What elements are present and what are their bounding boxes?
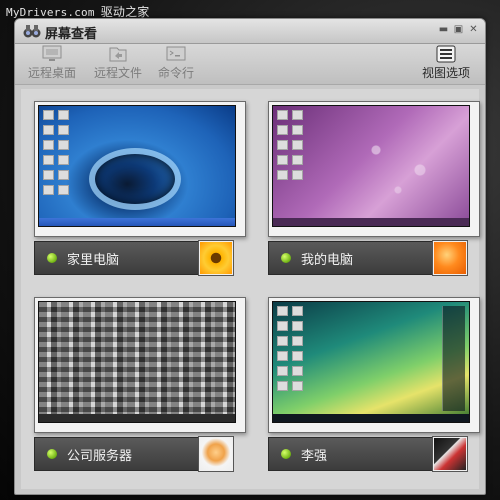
command-line-icon: [166, 46, 186, 61]
taskbar: [273, 414, 469, 422]
desktop-icons: [277, 110, 321, 220]
droplets-graphic: [343, 126, 453, 206]
computer-name: 家里电脑: [67, 253, 120, 268]
screen-thumbnail[interactable]: [272, 105, 470, 227]
remote-files-label: 远程文件: [93, 66, 142, 80]
online-status-icon: [47, 253, 57, 263]
window-title: 屏幕查看: [45, 27, 98, 42]
screen-viewer-window: 屏幕查看 ▬ ▣ ✕ 远程桌面 远程文件 命令行 视图选项 家里电脑 我的电脑 …: [14, 18, 486, 495]
screen-thumbnail-frame[interactable]: [34, 297, 246, 433]
title-bar[interactable]: 屏幕查看 ▬ ▣ ✕: [15, 19, 485, 44]
remote-files-button[interactable]: 远程文件: [89, 44, 147, 84]
minimize-icon[interactable]: ▬: [438, 24, 449, 35]
toolbar: 远程桌面 远程文件 命令行 视图选项: [15, 44, 485, 85]
window-controls: ▬ ▣ ✕: [438, 24, 479, 35]
command-line-label: 命令行: [157, 66, 194, 80]
remote-desktop-label: 远程桌面: [27, 66, 76, 80]
close-icon[interactable]: ✕: [468, 24, 479, 35]
screen-thumbnail-frame[interactable]: [268, 101, 480, 237]
orange-flower-avatar: [433, 241, 467, 275]
view-options-button[interactable]: 视图选项: [417, 44, 475, 84]
view-options-icon: [436, 45, 456, 63]
origami-avatar: [433, 437, 467, 471]
screen-thumbnail[interactable]: [38, 105, 236, 227]
computer-grid: 家里电脑 我的电脑 公司服务器 李强: [21, 89, 480, 489]
computer-name: 我的电脑: [301, 253, 354, 268]
online-status-icon: [281, 253, 291, 263]
view-options-label: 视图选项: [421, 66, 470, 80]
crowded-icons-graphic: [39, 302, 235, 422]
sunflower-avatar: [199, 241, 233, 275]
computer-name: 李强: [301, 449, 328, 464]
water-splash-graphic: [89, 148, 181, 210]
taskbar: [39, 414, 235, 422]
computer-card[interactable]: 李强: [268, 297, 480, 477]
computer-card[interactable]: 家里电脑: [34, 101, 246, 281]
computer-card[interactable]: 我的电脑: [268, 101, 480, 281]
screen-thumbnail[interactable]: [272, 301, 470, 423]
screen-thumbnail-frame[interactable]: [268, 297, 480, 433]
desktop-icons: [43, 110, 87, 220]
taskbar: [39, 218, 235, 226]
desktop-icons: [277, 306, 321, 416]
screen-thumbnail-frame[interactable]: [34, 101, 246, 237]
remote-desktop-button[interactable]: 远程桌面: [23, 44, 81, 84]
remote-desktop-icon: [42, 45, 62, 61]
binoculars-icon: [23, 25, 41, 38]
computer-card[interactable]: 公司服务器: [34, 297, 246, 477]
taskbar: [273, 218, 469, 226]
online-status-icon: [47, 449, 57, 459]
screen-thumbnail[interactable]: [38, 301, 236, 423]
command-line-button[interactable]: 命令行: [147, 44, 205, 84]
cartoon-avatar: [199, 437, 233, 471]
sidebar-gadgets-graphic: [442, 306, 465, 411]
computer-name: 公司服务器: [67, 449, 133, 464]
online-status-icon: [281, 449, 291, 459]
remote-files-icon: [109, 47, 127, 62]
maximize-icon[interactable]: ▣: [453, 24, 464, 35]
watermark-cn: 驱动之家: [100, 5, 150, 19]
